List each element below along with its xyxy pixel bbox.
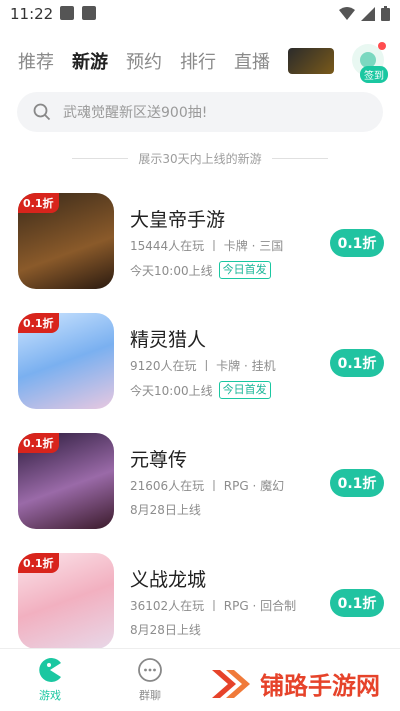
release-time: 今天10:00上线 [130,263,213,278]
divider [271,158,328,159]
status-time: 11:22 [10,5,54,23]
status-bar: 11:22 [0,0,400,28]
tab-new-games[interactable]: 新游 [72,48,108,74]
nav-group-chat-label: 群聊 [139,689,161,702]
game-title[interactable]: 大皇帝手游 [130,205,225,232]
discount-tag: 0.1折 [18,193,59,213]
battery-icon [381,6,390,21]
watermark: 铺路手游网 [210,666,380,701]
release-time: 8月28日上线 [130,623,201,637]
tab-live[interactable]: 直播 [234,48,270,74]
wifi-icon [339,6,355,20]
search-bar[interactable]: 武魂觉醒新区送900抽! [17,92,383,132]
notification-dot [378,42,386,50]
top-tabs: 推荐 新游 预约 排行 直播 [18,48,334,74]
game-item[interactable]: 0.1折 大皇帝手游 15444人在玩 丨 卡牌 · 三国 今天10:00上线 … [18,193,384,293]
watermark-logo-icon [212,669,250,698]
tab-ranking[interactable]: 排行 [180,48,216,74]
game-logo-tab[interactable] [288,48,334,74]
game-meta: 9120人在玩 丨 卡牌 · 挂机 [130,359,276,373]
watermark-text: 铺路手游网 [260,672,380,700]
search-placeholder: 武魂觉醒新区送900抽! [63,105,208,121]
discount-button[interactable]: 0.1折 [330,349,384,377]
discount-button[interactable]: 0.1折 [330,229,384,257]
game-meta: 21606人在玩 丨 RPG · 魔幻 [130,479,285,493]
checkin-label: 签到 [360,66,388,83]
divider [72,158,129,159]
nav-group-chat[interactable]: 群聊 [120,657,180,703]
game-meta: 36102人在玩 丨 RPG · 回合制 [130,599,297,613]
game-item[interactable]: 0.1折 元尊传 21606人在玩 丨 RPG · 魔幻 8月28日上线 0.1… [18,433,384,533]
game-item[interactable]: 0.1折 精灵猎人 9120人在玩 丨 卡牌 · 挂机 今天10:00上线 今日… [18,313,384,413]
section-hint: 展示30天内上线的新游 [0,150,400,167]
app-notification-icon [82,6,96,20]
discount-button[interactable]: 0.1折 [330,589,384,617]
discount-button[interactable]: 0.1折 [330,469,384,497]
first-release-badge: 今日首发 [218,381,271,399]
game-item[interactable]: 0.1折 义战龙城 36102人在玩 丨 RPG · 回合制 8月28日上线 0… [18,553,384,653]
release-time: 今天10:00上线 [130,383,213,398]
game-meta: 15444人在玩 丨 卡牌 · 三国 [130,239,284,253]
first-release-badge: 今日首发 [218,261,271,279]
discount-tag: 0.1折 [18,313,59,333]
game-title[interactable]: 元尊传 [130,445,187,472]
game-title[interactable]: 义战龙城 [130,565,206,592]
game-icon[interactable]: 0.1折 [18,553,114,649]
release-time: 8月28日上线 [130,503,201,517]
signal-icon [361,6,375,21]
tab-recommend[interactable]: 推荐 [18,48,54,74]
game-icon[interactable]: 0.1折 [18,313,114,409]
search-icon [33,103,51,121]
game-icon[interactable]: 0.1折 [18,193,114,289]
tab-reserve[interactable]: 预约 [126,48,162,74]
image-notification-icon [60,6,74,20]
discount-tag: 0.1折 [18,433,59,453]
nav-games-label: 游戏 [39,689,61,702]
section-hint-text: 展示30天内上线的新游 [138,152,262,166]
game-title[interactable]: 精灵猎人 [130,325,206,352]
nav-games[interactable]: 游戏 [20,657,80,703]
chat-icon [138,658,162,682]
discount-tag: 0.1折 [18,553,59,573]
game-icon[interactable]: 0.1折 [18,433,114,529]
games-icon [39,658,61,682]
